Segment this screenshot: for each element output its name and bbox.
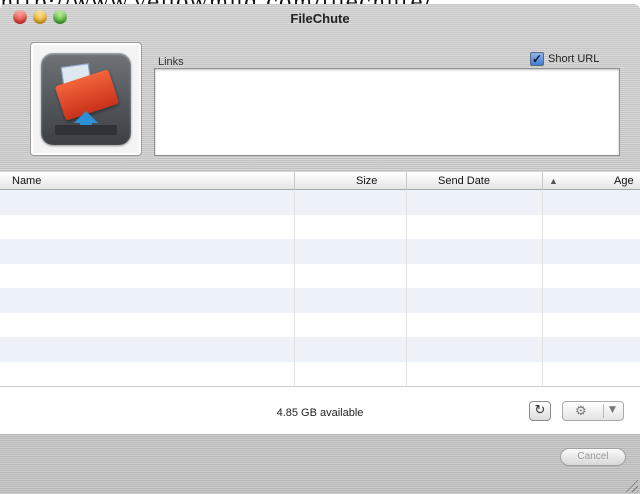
- titlebar[interactable]: FileChute: [0, 4, 640, 32]
- column-header-send-date[interactable]: Send Date: [438, 175, 490, 187]
- column-grid-line: [406, 190, 407, 386]
- column-header-name[interactable]: Name: [12, 175, 41, 187]
- gear-icon: ⚙: [575, 404, 587, 419]
- bottom-bar: Cancel: [0, 434, 640, 494]
- status-bar: 4.85 GB available ↻ ⚙ ▼: [0, 386, 640, 434]
- filechute-app-icon: [41, 53, 131, 145]
- table-row[interactable]: [0, 361, 640, 386]
- refresh-icon: ↻: [534, 403, 546, 418]
- cancel-button[interactable]: Cancel: [560, 448, 626, 466]
- column-grid-line: [542, 190, 543, 386]
- table-row[interactable]: [0, 263, 640, 288]
- tray-icon: [55, 125, 117, 135]
- column-header-size[interactable]: Size: [356, 175, 377, 187]
- drop-target[interactable]: [30, 42, 142, 156]
- sort-ascending-icon: ▲: [549, 176, 558, 186]
- short-url-checkbox[interactable]: ✓ Short URL: [530, 52, 599, 66]
- table-row[interactable]: [0, 312, 640, 337]
- app-window: FileChute Links ✓ Short URL Name Size Se…: [0, 4, 640, 494]
- refresh-button[interactable]: ↻: [529, 401, 551, 421]
- links-textarea[interactable]: [154, 68, 620, 156]
- menu-separator: [603, 404, 604, 418]
- table-row[interactable]: [0, 337, 640, 362]
- table-row[interactable]: [0, 288, 640, 313]
- column-divider[interactable]: [294, 172, 295, 190]
- resize-grip-icon[interactable]: [624, 478, 638, 492]
- column-divider[interactable]: [542, 172, 543, 190]
- table-row[interactable]: [0, 239, 640, 264]
- links-label: Links: [158, 56, 184, 68]
- action-menu-button[interactable]: ⚙ ▼: [562, 401, 624, 421]
- table-row[interactable]: [0, 190, 640, 215]
- table-header: Name Size Send Date ▲ Age: [0, 172, 640, 190]
- table-body[interactable]: [0, 190, 640, 386]
- table-row[interactable]: [0, 214, 640, 239]
- column-grid-line: [294, 190, 295, 386]
- column-divider[interactable]: [406, 172, 407, 190]
- window-title: FileChute: [290, 11, 350, 26]
- column-header-age[interactable]: Age: [614, 175, 634, 187]
- files-table: Name Size Send Date ▲ Age: [0, 172, 640, 386]
- chevron-down-icon: ▼: [609, 405, 616, 415]
- checkbox-checked-icon[interactable]: ✓: [530, 52, 544, 66]
- short-url-label: Short URL: [548, 53, 600, 65]
